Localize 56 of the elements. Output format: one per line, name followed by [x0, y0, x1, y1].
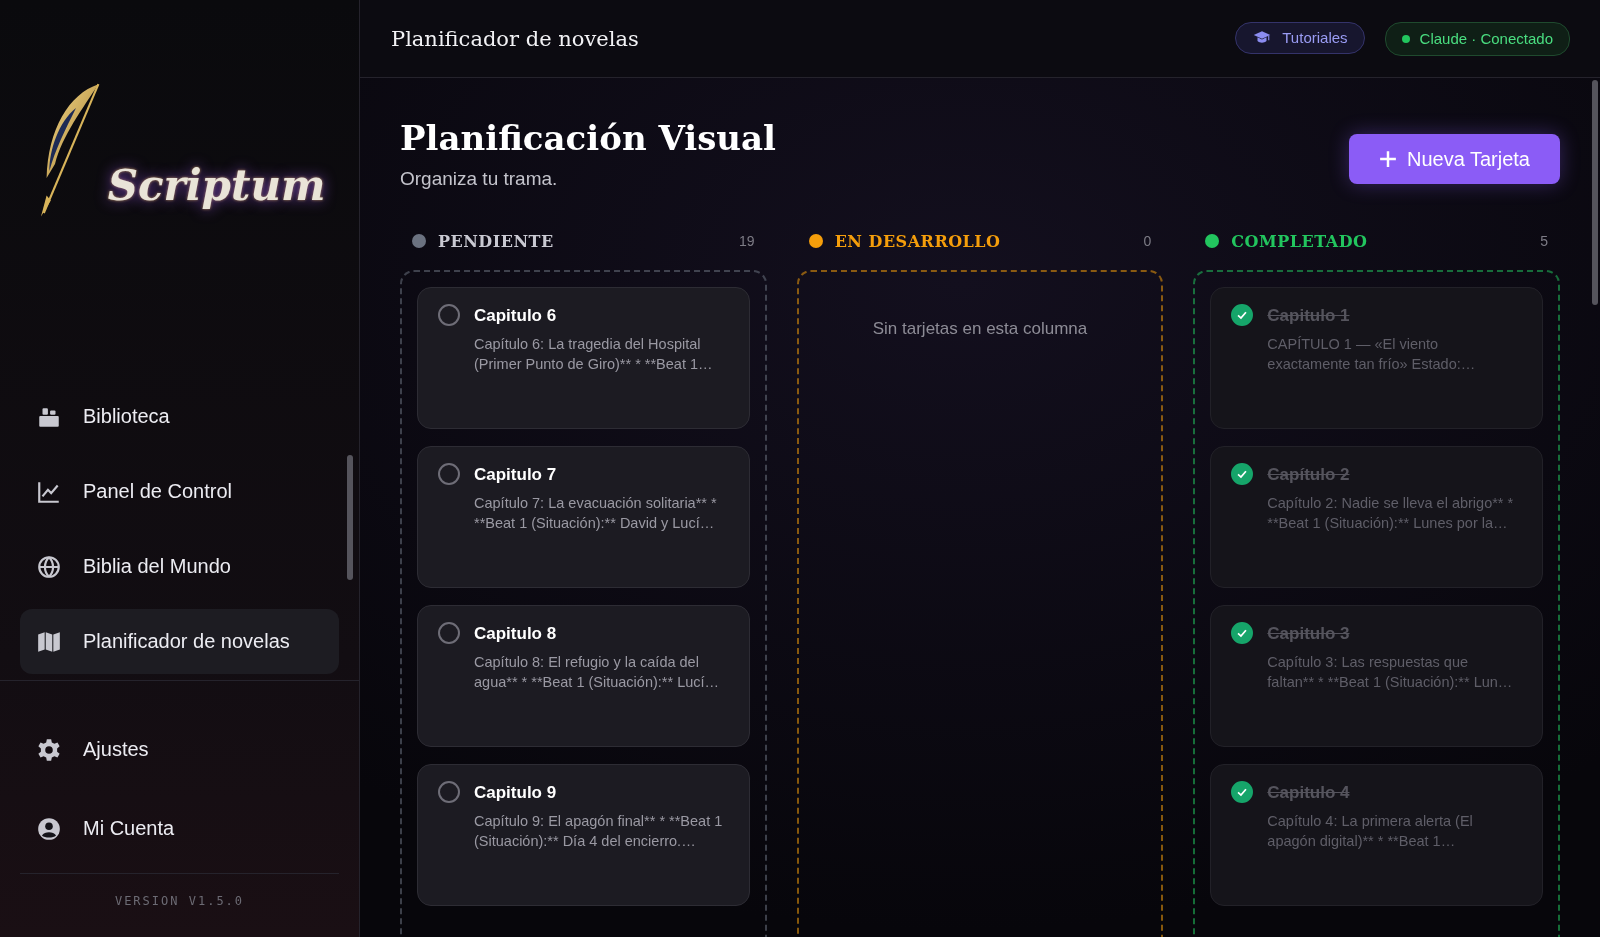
- column-title: PENDIENTE: [438, 231, 555, 251]
- checkbox[interactable]: [438, 781, 460, 803]
- card-description: Capítulo 3: Las respuestas que faltan** * **Beat 1 (Situación):** Lun…: [1267, 653, 1514, 692]
- subtitle: Organiza tu trama.: [400, 168, 559, 190]
- card[interactable]: Capitulo 9 Capítulo 9: El apagón final** * **Beat 1 (Situación):** Día 4 del encierro.…: [417, 764, 750, 906]
- checkbox[interactable]: [438, 622, 460, 644]
- card-description: Capítulo 6: La tragedia del Hospital (Primer Punto de Giro)** * **Beat 1…: [474, 335, 714, 374]
- settings-icon: [36, 736, 62, 763]
- card-description: Capítulo 7: La evacuación solitaria** * **Beat 1 (Situación):** David y Lucí…: [474, 494, 718, 533]
- nav-item[interactable]: Mi Cuenta: [20, 796, 339, 861]
- globe-icon: [36, 553, 62, 580]
- card-description: CAPÍTULO 1 — «El viento exactamente tan frío» Estado:…: [1267, 335, 1477, 374]
- card-title: Capitulo 7: [474, 465, 558, 485]
- card-title: Capitulo 8: [474, 624, 558, 644]
- nav-item[interactable]: Biblioteca: [20, 384, 339, 449]
- heading: Planificación Visual: [400, 118, 776, 158]
- card-count: 5: [1540, 233, 1548, 249]
- status-dot-icon: [1401, 34, 1410, 43]
- version-label: VERSION V1.5.0: [20, 873, 339, 908]
- empty-message: Sin tarjetas en esta columna: [871, 319, 1089, 339]
- nav-item[interactable]: Biblia del Mundo: [20, 534, 339, 599]
- checkbox[interactable]: [438, 304, 460, 326]
- status-text: Claude · Conectado: [1419, 30, 1553, 47]
- column-title: COMPLETADO: [1231, 231, 1369, 251]
- card[interactable]: Capitulo 6 Capítulo 6: La tragedia del Hospital (Primer Punto de Giro)** * **Beat 1…: [417, 287, 750, 429]
- checkbox[interactable]: [1231, 304, 1254, 326]
- page-title: Planificador de novelas: [391, 26, 639, 51]
- tutorials-button[interactable]: Tutoriales: [1235, 21, 1365, 54]
- card[interactable]: Capitulo 7 Capítulo 7: La evacuación solitaria** * **Beat 1 (Situación):** David y Lucí…: [417, 446, 750, 588]
- card-description: Capítulo 4: La primera alerta (El apagón digital)** * **Beat 1…: [1267, 812, 1474, 851]
- nav-item[interactable]: Ajustes: [20, 717, 339, 782]
- logo-text: Scriptum: [107, 160, 326, 210]
- scrollbar[interactable]: [347, 455, 353, 580]
- card[interactable]: Capitulo 8 Capítulo 8: El refugio y la caída del agua** * **Beat 1 (Situación):** Lucí…: [417, 605, 750, 747]
- card-title: Capitulo 6: [474, 306, 558, 326]
- card-count: 0: [1143, 233, 1152, 249]
- card-description: Capítulo 9: El apagón final** * **Beat 1 (Situación):** Día 4 del encierro.…: [474, 812, 723, 851]
- user-icon: [36, 815, 62, 842]
- scrollbar[interactable]: [1592, 80, 1598, 305]
- card-title: Capitulo 1: [1267, 306, 1351, 326]
- card-title: Capítulo 2: [1267, 465, 1351, 485]
- plus-icon: [1378, 150, 1397, 168]
- new-card-button[interactable]: Nueva Tarjeta: [1348, 134, 1560, 184]
- card-description: Capítulo 2: Nadie se lleva el abrigo** * **Beat 1 (Situación):** Lunes por la…: [1267, 494, 1515, 533]
- column-title: EN DESARROLLO: [834, 231, 1002, 251]
- checkbox[interactable]: [1231, 781, 1254, 803]
- card-title: Capitulo 3: [1267, 624, 1351, 644]
- nav-item[interactable]: Planificador de novelas: [20, 609, 339, 674]
- card-count: 19: [739, 233, 755, 249]
- nav-item[interactable]: Panel de Control: [20, 459, 339, 524]
- checkbox[interactable]: [1231, 622, 1254, 644]
- card-title: Capitulo 9: [474, 783, 558, 803]
- card-description: Capítulo 8: El refugio y la caída del agua** * **Beat 1 (Situación):** Lucí…: [474, 653, 721, 692]
- checkbox[interactable]: [438, 463, 460, 485]
- checkbox[interactable]: [1231, 463, 1254, 485]
- card-title: Capitulo 4: [1267, 783, 1351, 803]
